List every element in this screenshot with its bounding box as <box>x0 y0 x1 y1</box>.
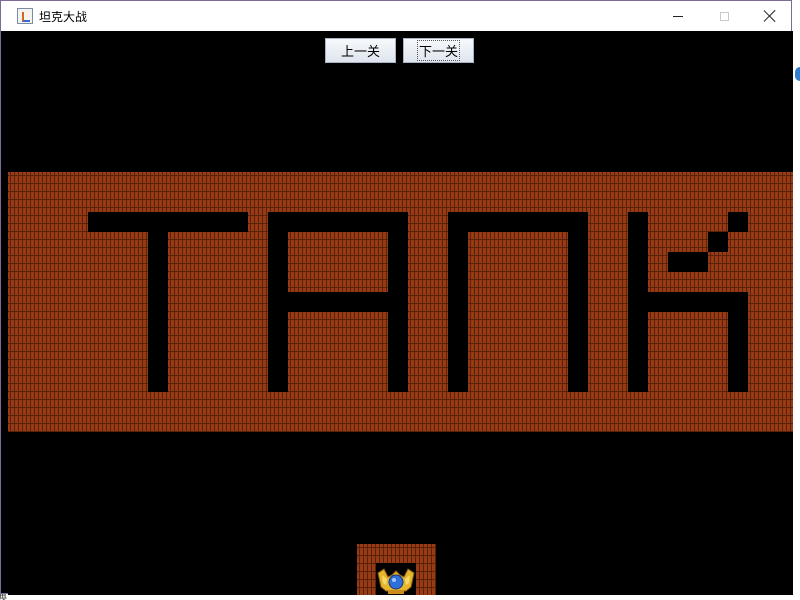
bg-radio-icon <box>795 67 800 81</box>
minimize-icon <box>673 15 683 17</box>
logo-letter-a-bar <box>268 292 408 312</box>
close-icon <box>764 10 776 22</box>
logo-letter-k-arm-1 <box>668 252 708 272</box>
logo-letter-a-top <box>268 212 408 232</box>
logo-letter-t-bar <box>88 212 248 232</box>
maximize-button[interactable] <box>701 1 747 31</box>
maximize-icon <box>719 11 729 21</box>
close-button[interactable] <box>747 1 793 31</box>
logo-letter-n-top <box>448 212 588 232</box>
background-window-fragment-right <box>792 31 800 600</box>
logo-letter-k-leg <box>728 312 748 392</box>
logo-letter-n-right <box>568 212 588 392</box>
logo-letter-k-stem <box>628 212 648 392</box>
logo-letter-k-arm-2 <box>708 232 728 252</box>
logo-letter-n-left <box>448 212 468 392</box>
logo-letter-k-arm-3 <box>728 212 748 232</box>
logo-letter-t-stem <box>148 212 168 392</box>
next-level-label: 下一关 <box>416 40 461 61</box>
previous-level-label: 上一关 <box>340 45 380 60</box>
window-title: 坦克大战 <box>39 10 88 24</box>
minimize-button[interactable] <box>655 1 701 31</box>
java-app-icon <box>17 8 33 24</box>
tank-logo-brick-wall <box>8 172 793 432</box>
next-level-button[interactable]: 下一关 <box>403 38 474 63</box>
game-canvas[interactable]: 上一关 下一关 <box>8 31 793 595</box>
game-window: 坦克大战 上一关 下一关 <box>0 0 793 595</box>
title-bar[interactable]: 坦克大战 <box>1 1 791 31</box>
previous-level-button[interactable]: 上一关 <box>325 38 396 63</box>
eagle-base-icon <box>377 568 415 594</box>
logo-letter-k-mid <box>648 292 748 312</box>
